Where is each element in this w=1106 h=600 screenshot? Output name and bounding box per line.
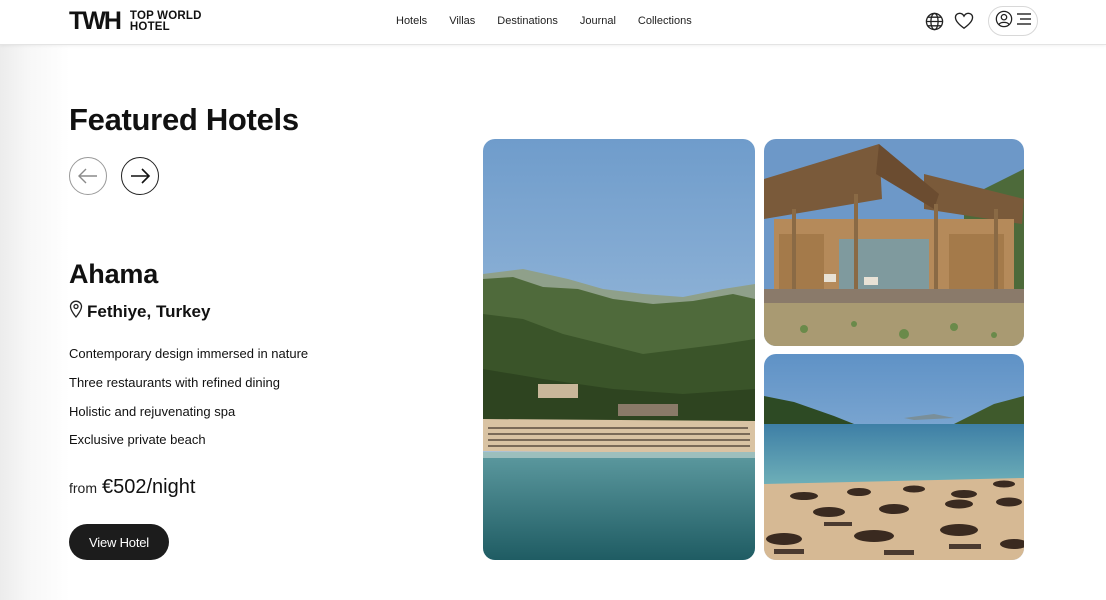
logo-mark: TWH bbox=[69, 7, 122, 35]
account-menu-button[interactable] bbox=[988, 6, 1038, 36]
carousel-prev-button[interactable] bbox=[69, 157, 107, 195]
menu-icon bbox=[1016, 12, 1032, 31]
site-header: TWH TOP WORLD HOTEL Hotels Villas Destin… bbox=[0, 0, 1106, 45]
nav-destinations[interactable]: Destinations bbox=[497, 15, 558, 28]
globe-icon[interactable] bbox=[922, 9, 946, 33]
location-text: Fethiye, Turkey bbox=[87, 301, 211, 321]
logo-wordmark: TOP WORLD HOTEL bbox=[129, 9, 202, 33]
map-pin-icon bbox=[69, 300, 83, 323]
view-hotel-button[interactable]: View Hotel bbox=[69, 524, 169, 560]
arrow-left-icon bbox=[78, 168, 97, 184]
arrow-right-icon bbox=[131, 168, 151, 184]
hotel-name: Ahama bbox=[69, 259, 159, 289]
logo-line-2: HOTEL bbox=[129, 20, 170, 33]
hotel-image-lodge[interactable] bbox=[764, 139, 1024, 346]
carousel-controls bbox=[69, 157, 159, 195]
user-icon bbox=[995, 10, 1013, 33]
price-value: €502/night bbox=[102, 476, 196, 498]
nav-villas[interactable]: Villas bbox=[449, 15, 475, 28]
hotel-image-beach[interactable] bbox=[764, 354, 1024, 560]
feature-item: Contemporary design immersed in nature bbox=[69, 346, 309, 361]
brand-logo[interactable]: TWH TOP WORLD HOTEL bbox=[69, 9, 202, 34]
carousel-next-button[interactable] bbox=[121, 157, 159, 195]
heart-icon[interactable] bbox=[952, 9, 976, 33]
nav-hotels[interactable]: Hotels bbox=[396, 15, 427, 28]
feature-item: Three restaurants with refined dining bbox=[69, 374, 281, 390]
header-actions bbox=[916, 6, 1038, 36]
hotel-image-beach-aerial[interactable] bbox=[483, 139, 755, 560]
nav-journal[interactable]: Journal bbox=[580, 15, 616, 28]
feature-item: Holistic and rejuvenating spa bbox=[69, 403, 236, 419]
price: from €502/night bbox=[69, 476, 195, 499]
hotel-location: Fethiye, Turkey bbox=[69, 300, 210, 323]
section-title: Featured Hotels bbox=[69, 102, 299, 137]
page-edge-shade bbox=[0, 45, 70, 600]
logo-line-1: TOP WORLD bbox=[129, 9, 202, 22]
price-prefix: from bbox=[69, 480, 97, 496]
main-nav: Hotels Villas Destinations Journal Colle… bbox=[396, 15, 714, 28]
feature-item: Exclusive private beach bbox=[69, 432, 206, 448]
feature-list: Contemporary design immersed in nature T… bbox=[69, 345, 308, 460]
nav-collections[interactable]: Collections bbox=[638, 15, 692, 28]
